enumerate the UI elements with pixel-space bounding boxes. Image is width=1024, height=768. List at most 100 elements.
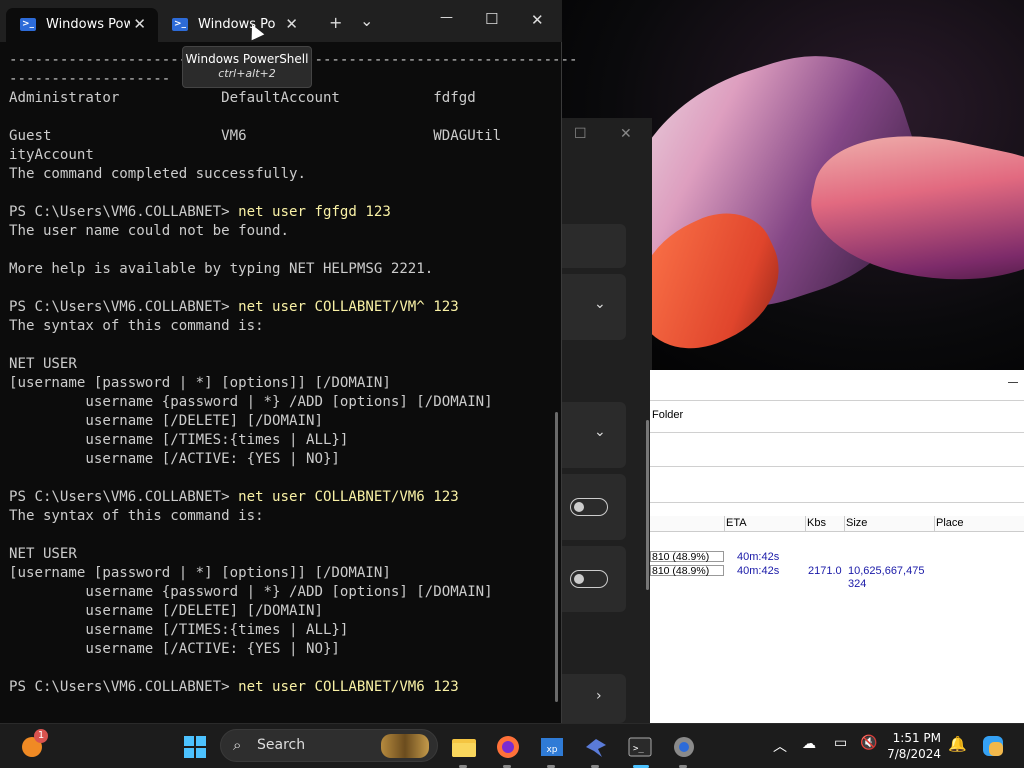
- console-text: [username [password | *] [options]] [/DO…: [9, 565, 391, 581]
- tab-powershell-2[interactable]: >_ Windows PowerShell ✕: [158, 8, 310, 42]
- system-clock[interactable]: 1:51 PM 7/8/2024: [885, 730, 941, 762]
- tab-bar: >_ Windows PowerShell ✕ >_ Windows Power…: [0, 0, 562, 42]
- console-line: PS C:\Users\VM6.COLLABNET> net user COLL…: [9, 488, 549, 507]
- chevron-right-icon[interactable]: ›: [596, 688, 602, 704]
- kbs-cell: 2171.0: [808, 565, 842, 577]
- background-window-titlebar: ☐ ✕: [562, 118, 652, 152]
- tab-powershell-1[interactable]: >_ Windows PowerShell ✕: [6, 8, 158, 42]
- console-line: username {password | *} /ADD [options] […: [9, 583, 549, 602]
- network-off-icon[interactable]: ☁: [802, 736, 816, 752]
- progress-cell: 810 (48.9%): [650, 551, 724, 563]
- close-icon[interactable]: ✕: [531, 11, 544, 29]
- clock-time: 1:51 PM: [892, 731, 941, 745]
- console-text: PS C:\Users\VM6.COLLABNET>: [9, 204, 239, 220]
- console-line: username [/TIMES:{times | ALL}]: [9, 621, 549, 640]
- console-line: [username [password | *] [options]] [/DO…: [9, 374, 549, 393]
- column-eta[interactable]: ETA: [726, 517, 747, 529]
- close-tab-icon[interactable]: ✕: [133, 15, 146, 33]
- toggle-switch[interactable]: [570, 498, 608, 516]
- console-text: NET USER: [9, 546, 77, 562]
- console-line: The user name could not be found.: [9, 222, 549, 241]
- chevron-up-icon[interactable]: ︿: [773, 736, 787, 756]
- console-line: NET USER: [9, 355, 549, 374]
- console-line: PS C:\Users\VM6.COLLABNET> net user COLL…: [9, 678, 549, 697]
- notification-bell-icon[interactable]: 🔔: [948, 735, 967, 753]
- console-text: The syntax of this command is:: [9, 508, 264, 524]
- windows-xp-mode-button[interactable]: xp: [539, 734, 565, 760]
- start-button[interactable]: [182, 734, 208, 760]
- firefox-button[interactable]: [495, 734, 521, 760]
- console-line: The command completed successfully.: [9, 165, 549, 184]
- weather-widget[interactable]: 1: [20, 729, 48, 759]
- bird-app-button[interactable]: [583, 734, 609, 760]
- console-text: Administrator DefaultAccount fdfgd: [9, 90, 476, 106]
- display-icon[interactable]: ▭: [834, 735, 847, 751]
- terminal-button[interactable]: >_: [627, 734, 653, 760]
- maximize-icon[interactable]: ☐: [485, 10, 498, 28]
- settings-card[interactable]: [562, 474, 626, 540]
- taskbar: 1 ⌕ Search xp >_ ︿ ☁ ▭ 🔇 1:51 PM 7/8/202…: [0, 723, 1024, 768]
- column-kbs[interactable]: Kbs: [807, 517, 826, 529]
- column-size[interactable]: Size: [846, 517, 867, 529]
- settings-card[interactable]: [562, 546, 626, 612]
- console-line: Administrator DefaultAccount fdfgd: [9, 89, 549, 108]
- console-output[interactable]: ----------------------------------------…: [9, 51, 578, 697]
- toggle-switch[interactable]: [570, 570, 608, 588]
- extra-cell: 324: [848, 578, 867, 590]
- chevron-down-icon[interactable]: ⌄: [360, 11, 373, 30]
- gear-icon: [674, 737, 694, 757]
- eta-cell: 40m:42s: [737, 565, 780, 577]
- maximize-icon[interactable]: ☐: [574, 126, 587, 142]
- new-tab-icon[interactable]: +: [329, 13, 342, 32]
- console-text: -------------------: [9, 71, 171, 87]
- console-command: net user COLLABNET/VM6 123: [238, 489, 459, 505]
- console-text: username {password | *} /ADD [options] […: [9, 584, 493, 600]
- settings-card[interactable]: [562, 224, 626, 268]
- scrollbar[interactable]: [646, 420, 649, 590]
- minimize-icon[interactable]: [1008, 382, 1018, 383]
- settings-card[interactable]: ⌄: [562, 274, 626, 340]
- download-manager-window: Folder ETA Kbs Size Place 810 (48.9%) 40…: [650, 370, 1024, 723]
- column-place[interactable]: Place: [936, 517, 964, 529]
- notification-badge: 1: [34, 729, 48, 743]
- console-text: NET USER: [9, 356, 77, 372]
- console-text: username [/TIMES:{times | ALL}]: [9, 622, 349, 638]
- console-line: NET USER: [9, 545, 549, 564]
- settings-card[interactable]: ›: [562, 674, 626, 723]
- chevron-down-icon[interactable]: ⌄: [594, 424, 606, 440]
- copilot-button[interactable]: [980, 733, 1006, 759]
- search-highlight-image: [381, 734, 429, 758]
- scrollbar[interactable]: [555, 412, 558, 702]
- console-text: username [/ACTIVE: {YES | NO}]: [9, 451, 340, 467]
- console-text: username [/ACTIVE: {YES | NO}]: [9, 641, 340, 657]
- taskbar-search[interactable]: ⌕ Search: [220, 729, 438, 762]
- search-icon: ⌕: [233, 736, 242, 754]
- console-line: The syntax of this command is:: [9, 507, 549, 526]
- chevron-down-icon[interactable]: ⌄: [594, 296, 606, 312]
- close-icon[interactable]: ✕: [620, 126, 632, 142]
- clock-date: 7/8/2024: [887, 747, 941, 761]
- close-tab-icon[interactable]: ✕: [285, 15, 298, 33]
- minimize-icon[interactable]: —: [440, 10, 453, 25]
- eta-cell: 40m:42s: [737, 551, 780, 563]
- windows-logo-icon: [184, 736, 206, 758]
- file-explorer-button[interactable]: [451, 734, 477, 760]
- console-line: ityAccount: [9, 146, 549, 165]
- powershell-icon: >_: [20, 18, 36, 31]
- console-line: More help is available by typing NET HEL…: [9, 260, 549, 279]
- console-line: username [/DELETE] [/DOMAIN]: [9, 412, 549, 431]
- folder-menu[interactable]: Folder: [652, 409, 683, 421]
- xp-mode-icon: xp: [541, 738, 563, 756]
- search-placeholder: Search: [257, 737, 306, 753]
- settings-button[interactable]: [671, 734, 697, 760]
- console-line: username [/ACTIVE: {YES | NO}]: [9, 450, 549, 469]
- console-text: More help is available by typing NET HEL…: [9, 261, 434, 277]
- settings-card[interactable]: ⌄: [562, 402, 626, 468]
- volume-mute-icon[interactable]: 🔇: [860, 735, 877, 751]
- console-text: ityAccount: [9, 147, 94, 163]
- copilot-icon: [983, 736, 1003, 756]
